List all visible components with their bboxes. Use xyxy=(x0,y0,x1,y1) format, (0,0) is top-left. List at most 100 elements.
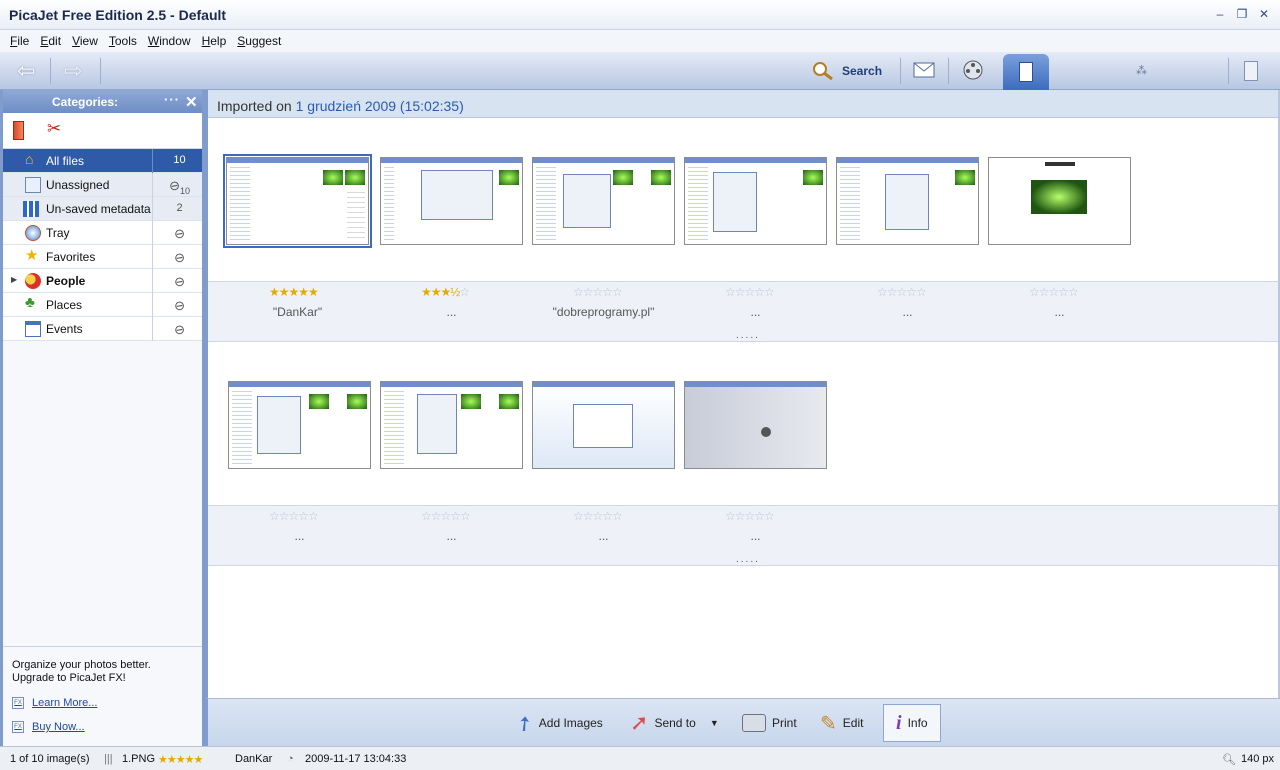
menu-view[interactable]: View xyxy=(72,34,98,48)
category-label: People xyxy=(46,274,86,288)
books-icon xyxy=(23,201,39,217)
new-category-icon[interactable] xyxy=(13,121,24,140)
star-rating[interactable]: ☆☆☆☆☆ xyxy=(573,285,623,299)
edit-button[interactable]: ✎ Edit xyxy=(820,707,863,739)
upgrade-promo: Organize your photos better. Upgrade to … xyxy=(3,646,202,746)
restore-icon[interactable]: ❐ xyxy=(1236,7,1248,21)
category-tray[interactable]: Tray ⊘ xyxy=(3,221,202,245)
expand-arrow-icon[interactable]: ▶ xyxy=(11,275,17,284)
image-caption[interactable]: ... xyxy=(836,305,979,319)
menu-window[interactable]: Window xyxy=(148,34,191,48)
category-count-cell: ⊘10 xyxy=(152,173,206,197)
image-caption[interactable]: ... xyxy=(380,305,523,319)
image-thumbnail[interactable] xyxy=(228,381,371,469)
thumb-titlebar xyxy=(381,382,522,387)
category-attach: ⊘ xyxy=(152,245,206,269)
image-thumbnail[interactable] xyxy=(532,157,675,245)
menu-file[interactable]: File xyxy=(10,34,29,48)
toolbar-separator xyxy=(50,58,51,84)
toolbar-separator xyxy=(100,58,101,84)
star-rating[interactable]: ☆☆☆☆☆ xyxy=(1029,285,1079,299)
star-rating[interactable]: ☆☆☆☆☆ xyxy=(877,285,927,299)
send-to-button[interactable]: ➚ Send to ▼ xyxy=(630,707,719,739)
close-icon[interactable]: ✕ xyxy=(1258,7,1270,21)
category-favorites[interactable]: ★ Favorites ⊘ xyxy=(3,245,202,269)
image-thumbnail[interactable] xyxy=(684,381,827,469)
category-events[interactable]: Events ⊘ xyxy=(3,317,202,341)
grip-icon[interactable]: ⁂ xyxy=(1136,64,1147,77)
buy-now-link[interactable]: FX Buy Now... xyxy=(12,721,85,733)
category-unassigned[interactable]: Unassigned ⊘10 xyxy=(3,173,202,197)
image-thumbnail[interactable] xyxy=(380,157,523,245)
image-thumbnail[interactable] xyxy=(380,381,523,469)
star-rating[interactable]: ★★★½☆ xyxy=(421,285,470,299)
attach-icon[interactable]: ⊘ xyxy=(170,272,189,291)
attach-icon[interactable]: ⊘ xyxy=(170,296,189,315)
attach-icon[interactable]: ⊘ xyxy=(170,320,189,339)
add-images-button[interactable]: ➚ Add Images xyxy=(511,707,603,739)
image-caption[interactable]: "dobreprogramy.pl" xyxy=(532,305,675,319)
envelope-icon[interactable] xyxy=(912,59,936,81)
image-thumbnail[interactable] xyxy=(684,157,827,245)
status-author: DanKar xyxy=(235,753,273,765)
star-rating[interactable]: ☆☆☆☆☆ xyxy=(725,285,775,299)
group-header: Imported on 1 grudzień 2009 (15:02:35) xyxy=(208,90,1278,118)
search-button[interactable]: Search xyxy=(810,60,882,82)
thumb-tree xyxy=(840,164,860,242)
buy-now-label: Buy Now... xyxy=(32,721,85,733)
attach-icon[interactable]: ⊘ xyxy=(170,224,189,243)
minimize-icon[interactable]: – xyxy=(1214,7,1226,21)
zoom-level[interactable]: 140 px xyxy=(1241,753,1274,765)
window-controls: – ❐ ✕ xyxy=(1214,7,1270,21)
menu-tools[interactable]: Tools xyxy=(109,34,137,48)
learn-more-link[interactable]: FX Learn More... xyxy=(12,697,97,709)
send-to-label: Send to xyxy=(654,716,696,730)
single-view-button[interactable] xyxy=(1003,54,1049,90)
attach-icon[interactable]: ⊘ xyxy=(170,248,189,267)
star-rating[interactable]: ☆☆☆☆☆ xyxy=(269,509,319,523)
image-caption[interactable]: ... xyxy=(532,529,675,543)
category-places[interactable]: ♣ Places ⊘ xyxy=(3,293,202,317)
category-label: All files xyxy=(46,154,85,168)
more-dots[interactable]: ..... xyxy=(736,330,760,341)
menu-edit[interactable]: Edit xyxy=(40,34,61,48)
category-all-files[interactable]: ⌂ All files 10 xyxy=(3,149,202,173)
group-date[interactable]: 1 grudzień 2009 (15:02:35) xyxy=(296,98,464,114)
cut-icon[interactable]: ✂ xyxy=(47,119,61,139)
image-caption[interactable]: "DanKar" xyxy=(226,305,369,319)
image-caption[interactable]: ... xyxy=(684,305,827,319)
more-dots[interactable]: ..... xyxy=(736,554,760,565)
image-caption[interactable]: ... xyxy=(228,529,371,543)
star-rating[interactable]: ★★★★★ xyxy=(269,285,319,299)
film-reel-icon[interactable] xyxy=(962,59,986,81)
window-title: PicaJet Free Edition 2.5 - Default xyxy=(9,7,227,23)
category-people[interactable]: ▶ People ⊘ xyxy=(3,269,202,293)
image-thumbnail[interactable] xyxy=(223,154,372,248)
image-caption[interactable]: ... xyxy=(380,529,523,543)
image-thumbnail[interactable] xyxy=(988,157,1131,245)
panel-toggle-icon[interactable] xyxy=(1244,61,1258,81)
back-arrow-icon[interactable]: ⇦ xyxy=(17,60,35,82)
image-thumbnail[interactable] xyxy=(532,381,675,469)
thumb-titlebar xyxy=(533,158,674,163)
dropdown-arrow-icon[interactable]: ▼ xyxy=(710,718,719,728)
menu-help[interactable]: Help xyxy=(202,34,227,48)
thumb-titlebar xyxy=(229,382,370,387)
image-thumbnail[interactable] xyxy=(836,157,979,245)
forward-arrow-icon[interactable]: ⇨ xyxy=(64,60,82,82)
category-unsaved-metadata[interactable]: Un-saved metadata 2 xyxy=(3,197,202,221)
close-panel-icon[interactable]: ✕ xyxy=(185,93,198,111)
more-options-icon[interactable]: ··· xyxy=(164,92,180,107)
category-label: Favorites xyxy=(46,250,96,264)
image-caption[interactable]: ... xyxy=(684,529,827,543)
thumb-preview xyxy=(499,394,519,409)
print-button[interactable]: Print xyxy=(742,707,797,739)
image-caption[interactable]: ... xyxy=(988,305,1131,319)
menu-suggest[interactable]: Suggest xyxy=(237,34,281,48)
star-rating[interactable]: ☆☆☆☆☆ xyxy=(421,509,471,523)
thumb-preview xyxy=(955,170,975,185)
star-rating[interactable]: ☆☆☆☆☆ xyxy=(573,509,623,523)
info-button[interactable]: i Info xyxy=(883,704,941,742)
thumb-titlebar xyxy=(685,158,826,163)
star-rating[interactable]: ☆☆☆☆☆ xyxy=(725,509,775,523)
